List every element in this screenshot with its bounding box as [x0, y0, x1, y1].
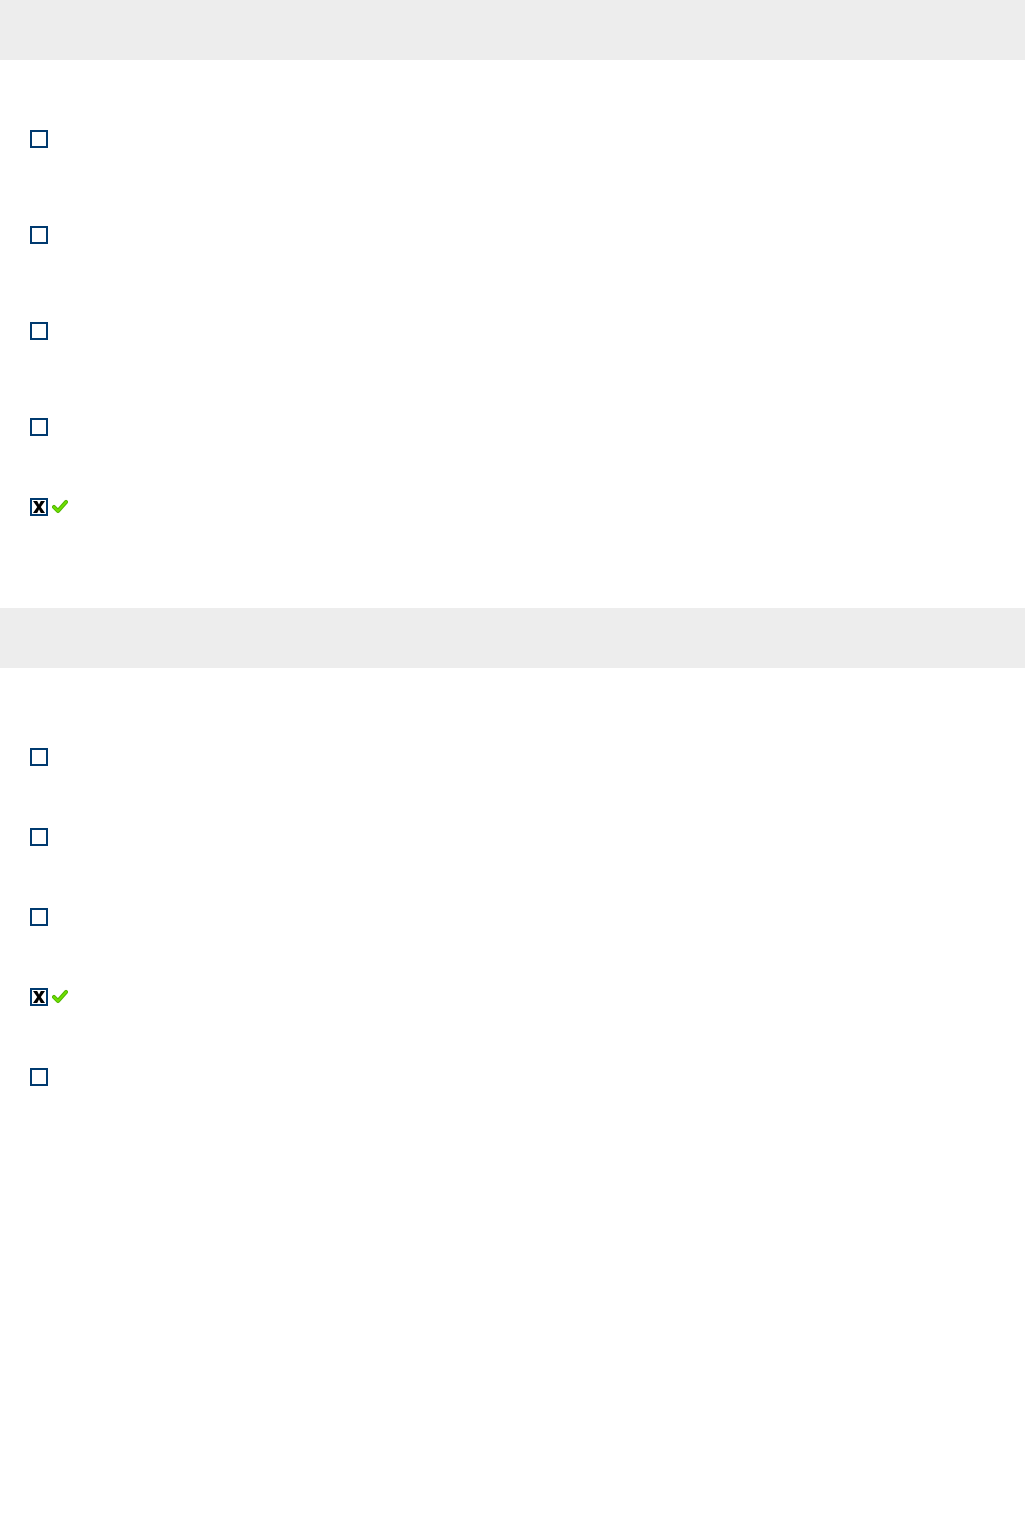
checkbox-icon[interactable]	[30, 1068, 48, 1086]
option-row[interactable]	[30, 418, 995, 436]
option-row[interactable]	[30, 498, 995, 516]
section-header-q1	[0, 0, 1025, 60]
option-row[interactable]	[30, 988, 995, 1006]
checkbox-icon[interactable]	[30, 322, 48, 340]
option-row[interactable]	[30, 908, 995, 926]
option-row[interactable]	[30, 748, 995, 766]
checkbox-checked-icon[interactable]	[30, 498, 48, 516]
checkbox-icon[interactable]	[30, 418, 48, 436]
correct-tick-icon	[52, 499, 68, 515]
checkbox-icon[interactable]	[30, 130, 48, 148]
option-row[interactable]	[30, 226, 995, 244]
checkbox-icon[interactable]	[30, 828, 48, 846]
checkbox-icon[interactable]	[30, 908, 48, 926]
option-row[interactable]	[30, 322, 995, 340]
question-block-1	[0, 60, 1025, 608]
checkbox-icon[interactable]	[30, 226, 48, 244]
question-block-2	[0, 668, 1025, 1178]
option-row[interactable]	[30, 130, 995, 148]
option-row[interactable]	[30, 828, 995, 846]
option-row[interactable]	[30, 1068, 995, 1086]
option-list-q1	[30, 130, 995, 578]
checkbox-checked-icon[interactable]	[30, 988, 48, 1006]
section-header-q2	[0, 608, 1025, 668]
option-list-q2	[30, 748, 995, 1148]
checkbox-icon[interactable]	[30, 748, 48, 766]
correct-tick-icon	[52, 989, 68, 1005]
